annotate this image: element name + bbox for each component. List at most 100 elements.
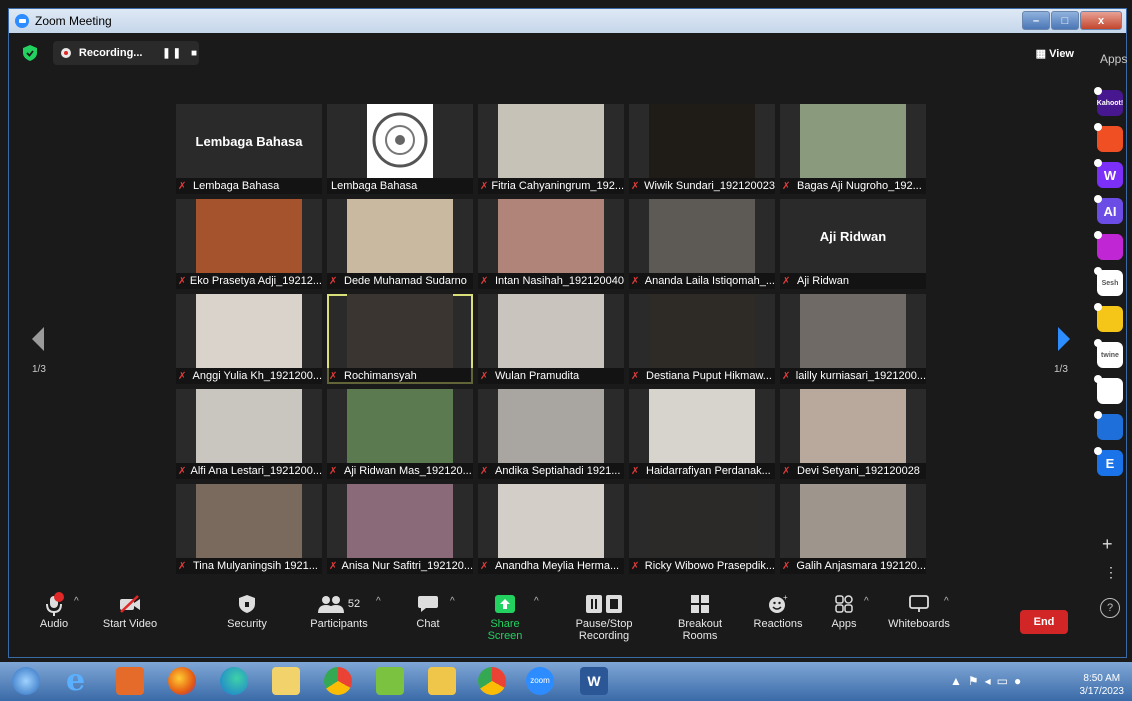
recording-label: Recording... bbox=[78, 47, 143, 59]
stop-recording-icon[interactable]: ■ bbox=[191, 48, 199, 59]
muted-mic-icon: ✗ bbox=[329, 465, 338, 477]
participant-tile[interactable]: ✗ Anggi Yulia Kh_1921200... bbox=[176, 294, 322, 384]
sidebar-app-icon[interactable]: Kahoot! bbox=[1094, 87, 1123, 116]
chrome-active-icon[interactable] bbox=[478, 667, 506, 695]
participant-tile[interactable]: ✗ Rochimansyah bbox=[327, 294, 473, 384]
chat-button[interactable]: Chat bbox=[408, 590, 448, 630]
participant-tile[interactable]: ✗ Anandha Meylia Herma... bbox=[478, 484, 624, 574]
participant-tile[interactable]: ✗ Anisa Nur Safitri_192120... bbox=[327, 484, 473, 574]
next-page-icon[interactable] bbox=[1056, 325, 1072, 353]
taskbar-clock[interactable]: 8:50 AM 3/17/2023 bbox=[1080, 672, 1125, 698]
participant-tile[interactable]: ✗ Haidarrafiyan Perdanak... bbox=[629, 389, 775, 479]
participant-tile[interactable]: ✗ Intan Nasihah_192120040 bbox=[478, 199, 624, 289]
participant-video bbox=[498, 484, 604, 558]
participant-tile[interactable]: Lembaga Bahasa ✗ Lembaga Bahasa bbox=[176, 104, 322, 194]
participant-name: Rochimansyah bbox=[344, 370, 417, 382]
sidebar-app-icon[interactable] bbox=[1094, 123, 1123, 152]
sidebar-app-icon[interactable]: W bbox=[1094, 159, 1123, 188]
maximize-button[interactable]: □ bbox=[1051, 11, 1079, 30]
participants-chevron-icon[interactable]: ^ bbox=[376, 596, 381, 607]
participant-name-caption: ✗ Rochimansyah bbox=[327, 368, 473, 384]
start-video-button[interactable]: Start Video bbox=[100, 590, 160, 630]
zoom-taskbar-icon[interactable]: zoom bbox=[526, 667, 554, 695]
app-icon-1[interactable] bbox=[376, 667, 404, 695]
add-app-icon[interactable]: + bbox=[1102, 534, 1113, 555]
app-badge-dot bbox=[1094, 447, 1102, 455]
participant-name: Intan Nasihah_192120040 bbox=[494, 275, 624, 287]
word-icon[interactable]: W bbox=[580, 667, 608, 695]
close-button[interactable]: x bbox=[1080, 11, 1122, 30]
windows-taskbar: e zoom W ▲⚑◂▭● 8:50 AM 3/17/2023 bbox=[0, 662, 1132, 701]
media-player-icon[interactable] bbox=[116, 667, 144, 695]
participant-tile[interactable]: ✗ Devi Setyani_192120028 bbox=[780, 389, 926, 479]
sidebar-app-icon[interactable] bbox=[1094, 231, 1123, 260]
participant-tile[interactable]: ✗ Wulan Pramudita bbox=[478, 294, 624, 384]
apps-toolbar-label: Apps bbox=[831, 618, 857, 630]
file-explorer-icon[interactable] bbox=[272, 667, 300, 695]
sidebar-app-icon[interactable]: AI bbox=[1094, 195, 1123, 224]
system-tray-icons[interactable]: ▲⚑◂▭● bbox=[950, 674, 1027, 688]
participant-tile[interactable]: ✗ Eko Prasetya Adji_19212... bbox=[176, 199, 322, 289]
audio-button[interactable]: Audio bbox=[34, 590, 74, 630]
view-button[interactable]: ▦ View bbox=[1036, 47, 1074, 60]
muted-mic-icon: ✗ bbox=[480, 465, 489, 477]
app-badge-dot bbox=[1094, 159, 1102, 167]
participant-tile[interactable]: ✗ Tina Mulyaningsih 1921... bbox=[176, 484, 322, 574]
participant-tile[interactable]: Lembaga Bahasa bbox=[327, 104, 473, 194]
participants-label: Participants bbox=[310, 618, 368, 630]
start-button-icon[interactable] bbox=[12, 667, 40, 695]
participant-tile[interactable]: ✗ Ricky Wibowo Prasepdik... bbox=[629, 484, 775, 574]
folder-icon[interactable] bbox=[428, 667, 456, 695]
apps-chevron-icon[interactable]: ^ bbox=[864, 596, 869, 607]
participant-video bbox=[800, 104, 906, 178]
sidebar-app-icon[interactable] bbox=[1094, 411, 1123, 440]
help-icon[interactable]: ? bbox=[1100, 598, 1120, 618]
chrome-icon[interactable] bbox=[324, 667, 352, 695]
participant-tile[interactable]: ✗ Aji Ridwan Mas_192120... bbox=[327, 389, 473, 479]
participant-tile[interactable]: ✗ Galih Anjasmara 192120... bbox=[780, 484, 926, 574]
participant-tile[interactable]: ✗ lailly kurniasari_1921200... bbox=[780, 294, 926, 384]
apps-button[interactable]: Apps bbox=[826, 590, 862, 630]
pause-stop-recording-button[interactable]: Pause/Stop Recording bbox=[552, 590, 656, 642]
share-screen-button[interactable]: Share Screen bbox=[474, 590, 536, 642]
participant-tile[interactable]: ✗ Bagas Aji Nugroho_192... bbox=[780, 104, 926, 194]
participant-tile[interactable]: ✗ Andika Septiahadi 1921... bbox=[478, 389, 624, 479]
audio-options-chevron-icon[interactable]: ^ bbox=[74, 596, 79, 607]
breakout-rooms-button[interactable]: Breakout Rooms bbox=[660, 590, 740, 642]
muted-mic-icon: ✗ bbox=[480, 560, 489, 572]
participant-tile[interactable]: ✗ Destiana Puput Hikmaw... bbox=[629, 294, 775, 384]
participant-tile[interactable]: ✗ Fitria Cahyaningrum_192... bbox=[478, 104, 624, 194]
sidebar-app-icon[interactable] bbox=[1094, 303, 1123, 332]
sidebar-app-icon[interactable]: Sesh bbox=[1094, 267, 1123, 296]
more-options-icon[interactable]: ⋮ bbox=[1104, 564, 1118, 581]
participant-name: Anisa Nur Safitri_192120... bbox=[341, 560, 473, 572]
encryption-shield-icon[interactable] bbox=[23, 45, 37, 61]
chat-chevron-icon[interactable]: ^ bbox=[450, 596, 455, 607]
internet-explorer-icon[interactable]: e bbox=[66, 666, 94, 696]
sidebar-app-icon[interactable] bbox=[1094, 375, 1123, 404]
participant-name-caption: ✗ Wiwik Sundari_192120023 bbox=[629, 178, 775, 194]
share-screen-chevron-icon[interactable]: ^ bbox=[534, 596, 539, 607]
participant-tile[interactable]: Aji Ridwan ✗ Aji Ridwan bbox=[780, 199, 926, 289]
sidebar-app-icon[interactable]: twine bbox=[1094, 339, 1123, 368]
participant-video bbox=[800, 484, 906, 558]
muted-mic-icon: ✗ bbox=[480, 180, 489, 192]
previous-page-icon[interactable] bbox=[30, 325, 46, 353]
participant-tile[interactable]: ✗ Dede Muhamad Sudarno bbox=[327, 199, 473, 289]
security-button[interactable]: Security bbox=[222, 590, 272, 630]
participant-video bbox=[498, 389, 604, 463]
end-meeting-button[interactable]: End bbox=[1020, 610, 1068, 634]
participant-tile[interactable]: ✗ Ananda Laila Istiqomah_... bbox=[629, 199, 775, 289]
edge-icon[interactable] bbox=[220, 667, 248, 695]
whiteboards-chevron-icon[interactable]: ^ bbox=[944, 596, 949, 607]
pause-recording-icon[interactable]: ❚❚ bbox=[162, 48, 183, 59]
firefox-icon[interactable] bbox=[168, 667, 196, 695]
reactions-button[interactable]: + Reactions bbox=[752, 590, 804, 630]
participants-icon: 52 bbox=[304, 590, 374, 618]
minimize-button[interactable]: – bbox=[1022, 11, 1050, 30]
participant-tile[interactable]: ✗ Wiwik Sundari_192120023 bbox=[629, 104, 775, 194]
sidebar-app-icon[interactable]: E bbox=[1094, 447, 1123, 476]
participants-button[interactable]: 52 Participants bbox=[304, 590, 374, 630]
participant-name: Haidarrafiyan Perdanak... bbox=[646, 465, 771, 477]
participant-tile[interactable]: ✗ Alfi Ana Lestari_1921200... bbox=[176, 389, 322, 479]
